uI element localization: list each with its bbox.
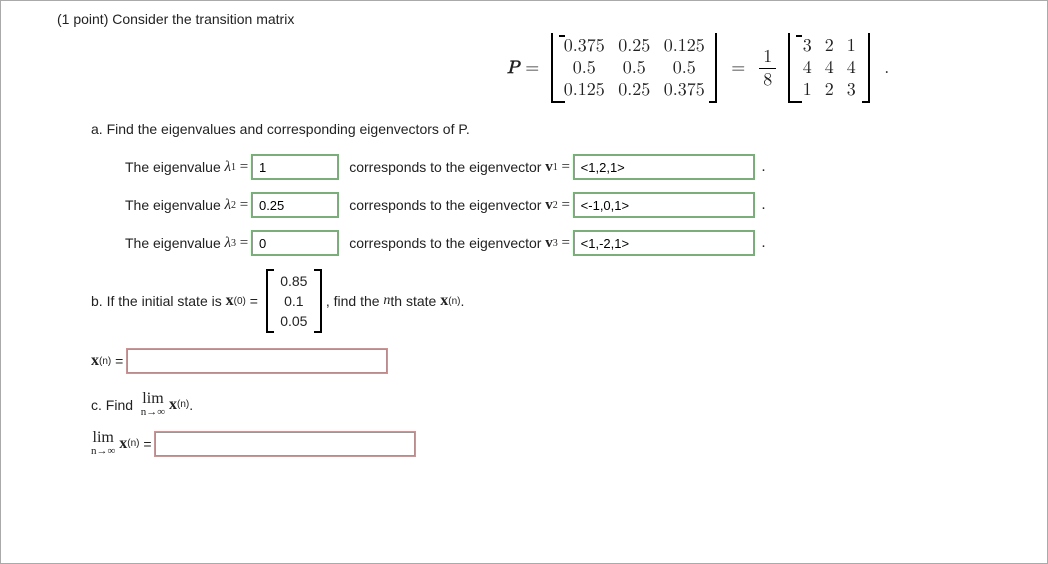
eigen-row-1: The eigenvalue λ1 = corresponds to the e… [125, 155, 1037, 179]
limit-symbol: lim n→∞ [141, 391, 165, 418]
transition-matrix-equation: P = 0.3750.250.125 0.50.50.5 0.1250.250.… [57, 33, 1037, 103]
fraction-1-8: 1 8 [759, 48, 776, 89]
x0-vector: 0.85 0.1 0.05 [266, 269, 322, 333]
limit-answer-input[interactable] [155, 432, 415, 456]
part-c-heading: c. Find lim n→∞ x(n) . [91, 391, 1037, 418]
part-c-answer-row: lim n→∞ x(n) = [91, 430, 1037, 457]
lambda-3-input[interactable] [252, 231, 338, 255]
eigenvector-2-input[interactable] [574, 193, 754, 217]
xn-answer-input[interactable] [127, 349, 387, 373]
matrix-P-decimal: 0.3750.250.125 0.50.50.5 0.1250.250.375 [551, 33, 717, 103]
lambda-1-input[interactable] [252, 155, 338, 179]
matrix-P-integer: 321 444 123 [788, 33, 870, 103]
eigen-row-2: The eigenvalue λ2 = corresponds to the e… [125, 193, 1037, 217]
limit-symbol-answer: lim n→∞ [91, 430, 115, 457]
var-P: P [507, 57, 519, 79]
eigen-row-3: The eigenvalue λ3 = corresponds to the e… [125, 231, 1037, 255]
eigenvector-3-input[interactable] [574, 231, 754, 255]
eigenvector-1-input[interactable] [574, 155, 754, 179]
lambda-2-input[interactable] [252, 193, 338, 217]
part-b-text: b. If the initial state is x(0) = 0.85 0… [91, 269, 1037, 333]
part-b-answer-row: x(n) = [91, 349, 1037, 373]
question-title: (1 point) Consider the transition matrix [57, 11, 1037, 27]
part-a-heading: a. Find the eigenvalues and correspondin… [91, 121, 1037, 137]
